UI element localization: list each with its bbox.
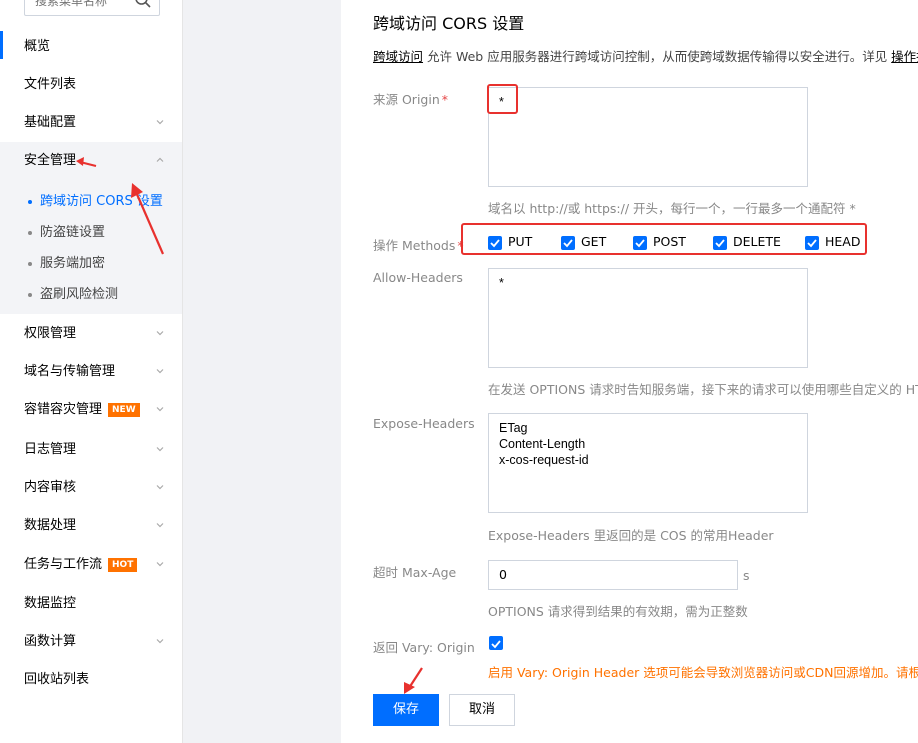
page-title: 跨域访问 CORS 设置 (373, 14, 525, 33)
annotation-arrow-cors (131, 183, 165, 255)
cors-doc-link[interactable]: 跨域访问 (373, 49, 423, 64)
max-age-input[interactable]: 0 (488, 560, 738, 590)
chevron-down-icon (156, 562, 164, 567)
expose-headers-textarea[interactable]: ETag Content-Length x-cos-request-id (488, 413, 808, 513)
background-gap (183, 0, 341, 743)
sidebar-item-workflow[interactable]: 任务与工作流 HOT (0, 546, 182, 584)
sidebar-item-basic-config[interactable]: 基础配置 (0, 104, 182, 142)
sidebar-item-domain-transfer[interactable]: 域名与传输管理 (0, 353, 182, 391)
sidebar-subitem-risk-detection[interactable]: 盗刷风险检测 (28, 283, 118, 302)
chevron-up-icon (156, 157, 164, 162)
vary-origin-label: 返回 Vary: Origin (373, 640, 475, 655)
expose-headers-label: Expose-Headers (373, 416, 475, 431)
methods-label: 操作 Methods * (373, 238, 464, 253)
cors-settings-panel: 跨域访问 CORS 设置 跨域访问 允许 Web 应用服务器进行跨域访问控制，从… (341, 0, 918, 743)
bullet-icon (28, 292, 32, 297)
max-age-label: 超时 Max-Age (373, 565, 457, 580)
sidebar-subitem-hotlink[interactable]: 防盗链设置 (28, 221, 105, 240)
bullet-icon (28, 199, 32, 204)
hot-badge: HOT (108, 557, 138, 572)
annotation-origin-box (487, 84, 518, 114)
origin-hint: 域名以 http://或 https:// 开头，每行一个，一行最多一个通配符 … (488, 201, 856, 216)
chevron-down-icon (156, 639, 164, 644)
sidebar-item-permissions[interactable]: 权限管理 (0, 315, 182, 353)
menu-search-input[interactable] (33, 0, 137, 9)
annotation-arrow-save (404, 667, 423, 694)
allow-headers-hint: 在发送 OPTIONS 请求时告知服务端，接下来的请求可以使用哪些自定义的 HT… (488, 382, 918, 397)
bullet-icon (28, 261, 32, 266)
vary-origin-checkbox[interactable] (489, 636, 503, 650)
chevron-down-icon (156, 369, 164, 374)
menu-search-box[interactable] (24, 0, 160, 16)
chevron-down-icon (156, 485, 164, 490)
expose-headers-hint: Expose-Headers 里返回的是 COS 的常用Header (488, 528, 774, 543)
sidebar-item-logs[interactable]: 日志管理 (0, 431, 182, 469)
new-badge: NEW (108, 402, 140, 417)
checkbox-checked-icon (491, 640, 501, 649)
sidebar-subitem-encryption[interactable]: 服务端加密 (28, 252, 105, 271)
sidebar-item-overview[interactable]: 概览 (0, 28, 182, 66)
max-age-unit: s (743, 568, 750, 583)
chevron-down-icon (156, 120, 164, 125)
allow-headers-label: Allow-Headers (373, 270, 463, 285)
sidebar: 概览 文件列表 基础配置 安全管理 跨域访问 CORS 设置 防盗链设置 服务端… (0, 0, 183, 743)
sidebar-item-functions[interactable]: 函数计算 (0, 623, 182, 661)
annotation-methods-box (461, 223, 867, 255)
chevron-down-icon (156, 407, 164, 412)
annotation-arrow-security (76, 157, 97, 167)
sidebar-item-data-processing[interactable]: 数据处理 (0, 507, 182, 545)
sidebar-item-monitoring[interactable]: 数据监控 (0, 585, 182, 623)
sidebar-item-file-list[interactable]: 文件列表 (0, 66, 182, 104)
guide-link[interactable]: 操作指南 (891, 49, 918, 64)
save-button[interactable]: 保存 (373, 694, 439, 726)
origin-textarea[interactable]: * (488, 87, 808, 187)
sidebar-item-content-review[interactable]: 内容审核 (0, 469, 182, 507)
sidebar-item-disaster-recovery[interactable]: 容错容灾管理 NEW (0, 391, 182, 429)
search-icon[interactable] (133, 0, 153, 10)
allow-headers-textarea[interactable]: * (488, 268, 808, 368)
sidebar-item-recycle-bin[interactable]: 回收站列表 (0, 661, 182, 699)
chevron-down-icon (156, 331, 164, 336)
cancel-button[interactable]: 取消 (449, 694, 515, 726)
vary-origin-warning: 启用 Vary: Origin Header 选项可能会导致浏览器访问或CDN回… (488, 665, 918, 680)
max-age-hint: OPTIONS 请求得到结果的有效期，需为正整数 (488, 604, 748, 619)
chevron-down-icon (156, 523, 164, 528)
chevron-down-icon (156, 447, 164, 452)
bullet-icon (28, 230, 32, 235)
origin-label: 来源 Origin * (373, 92, 449, 107)
page-description: 跨域访问 允许 Web 应用服务器进行跨域访问控制，从而使跨域数据传输得以安全进… (373, 46, 918, 65)
